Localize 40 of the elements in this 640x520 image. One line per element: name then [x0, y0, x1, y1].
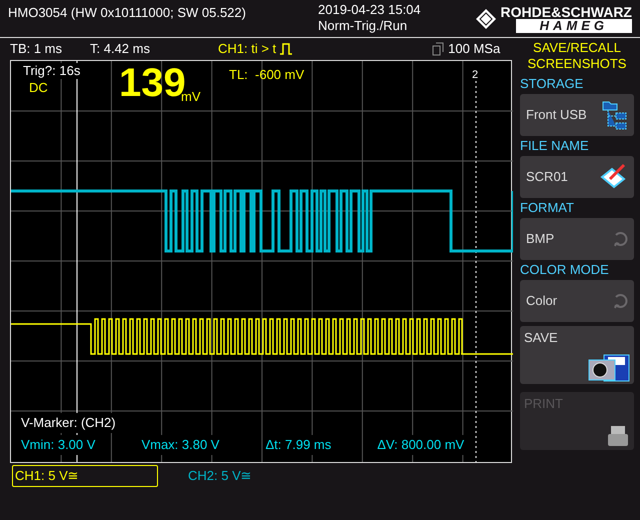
menu-option-button[interactable]: SCR01	[520, 156, 634, 198]
marker-readout: ΔV: 800.00 mV	[377, 435, 464, 454]
logo-subtext: HAMEG	[516, 18, 632, 32]
marker-readout: Vmax: 3.80 V	[141, 435, 220, 454]
trigger-time-label: T: 4.42 ms	[90, 40, 151, 58]
menu-heading: FILE NAME	[520, 137, 590, 155]
channel-label[interactable]: CH2: 5 V≅	[186, 466, 254, 486]
menu-title: SCREENSHOTS	[528, 56, 626, 72]
sample-rate-label: 100 MSa	[448, 40, 500, 58]
marker-number: 2	[472, 68, 478, 83]
sample-memory-icon	[432, 42, 444, 56]
trigger-label: CH1: ti > t	[218, 40, 276, 58]
device-title: HMO3054 (HW 0x10111000; SW 05.522)	[8, 4, 247, 22]
logo-text: ROHDE&SCHWARZ	[500, 4, 632, 18]
marker-readout: Δt: 7.99 ms	[265, 435, 332, 454]
menu-title: SAVE/RECALL	[533, 40, 621, 56]
menu-option-button[interactable]: Front USB	[520, 94, 634, 136]
trigger-level-label: TL: -600 mV	[229, 66, 304, 84]
printer-icon	[606, 424, 630, 448]
pulse-icon	[280, 43, 292, 55]
coupling-label: DC	[29, 80, 48, 95]
menu-heading: FORMAT	[520, 199, 575, 217]
cycle-arrow-icon	[612, 293, 628, 309]
timebase-label: TB: 1 ms	[10, 40, 64, 58]
menu-option-button[interactable]: Color	[520, 280, 634, 322]
trigger-timeout-label: Trig?: 16s	[23, 63, 80, 79]
menu-heading: COLOR MODE	[520, 261, 610, 279]
trigger-status: Norm-Trig./Run	[318, 18, 408, 34]
menu-heading: STORAGE	[520, 75, 584, 93]
marker-title: V-Marker: (CH2)	[21, 413, 116, 432]
folder-tree-icon	[602, 99, 628, 131]
notepad-pencil-icon	[600, 163, 628, 191]
cycle-arrow-icon	[612, 231, 628, 247]
channel-label[interactable]: CH1: 5 V≅	[12, 465, 158, 486]
menu-action-button[interactable]: SAVE	[520, 326, 634, 384]
camera-floppy-icon	[588, 354, 630, 382]
date-time: 2019-04-23 15:04	[318, 2, 422, 18]
marker-readout: Vmin: 3.00 V	[21, 435, 96, 454]
menu-option-button[interactable]: BMP	[520, 218, 634, 260]
logo-diamond-icon	[474, 8, 497, 30]
